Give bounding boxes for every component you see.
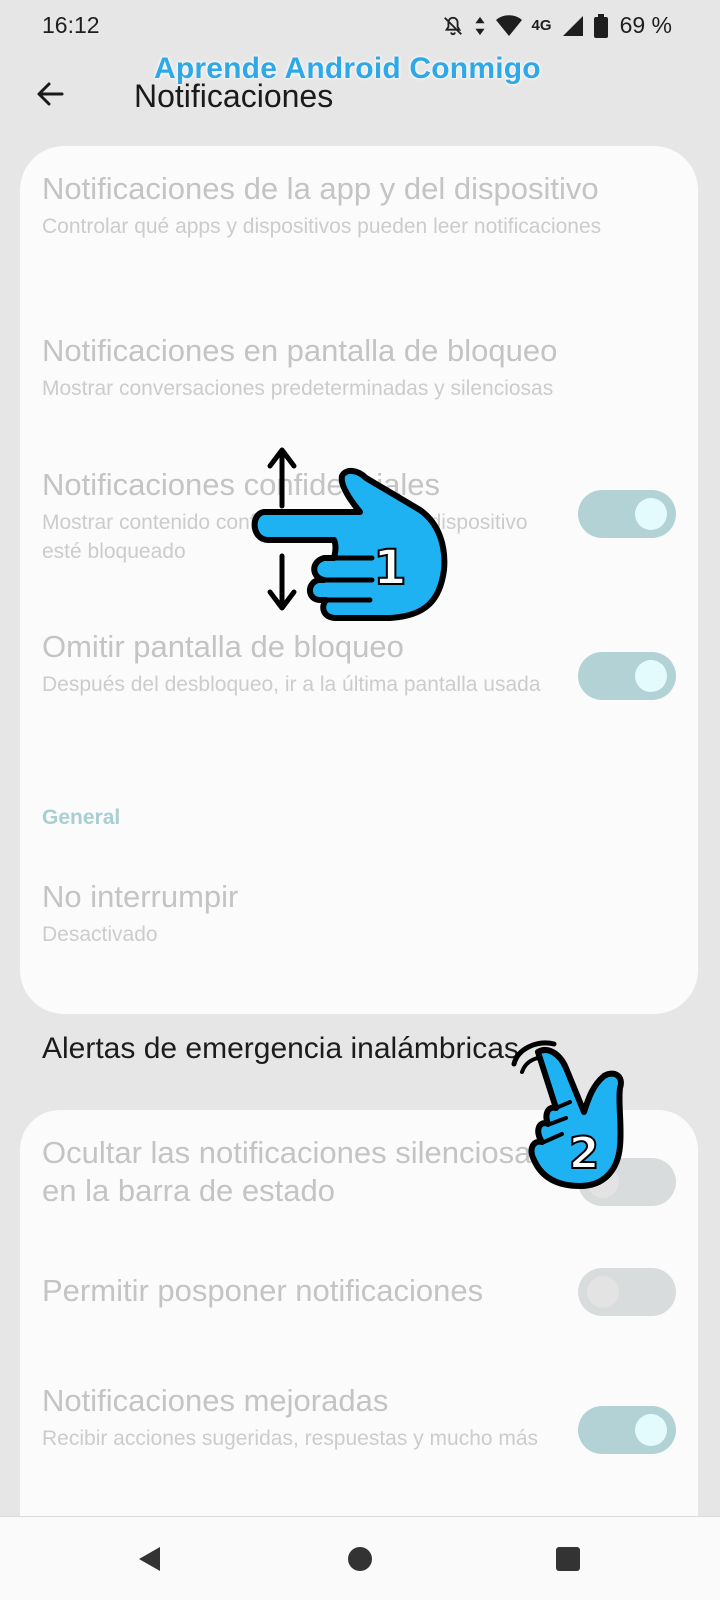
arrow-left-icon xyxy=(37,82,64,106)
back-button[interactable] xyxy=(28,72,72,116)
toggle-knob xyxy=(635,1414,667,1446)
item-title: Notificaciones mejoradas xyxy=(42,1383,389,1418)
tap-gesture-annotation: 2 xyxy=(508,1030,643,1205)
triangle-back-icon xyxy=(139,1547,160,1571)
list-item-app-device-notifications[interactable]: Notificaciones de la app y del dispositi… xyxy=(42,170,676,241)
circle-home-icon xyxy=(348,1547,372,1571)
list-item-skip-lockscreen[interactable]: Omitir pantalla de bloqueo Después del d… xyxy=(42,628,676,700)
status-icons: 4G 69 % xyxy=(442,12,672,39)
list-item-allow-snooze[interactable]: Permitir posponer notificaciones xyxy=(42,1268,676,1316)
toggle-knob xyxy=(635,498,667,530)
nav-recents-button[interactable] xyxy=(548,1539,588,1579)
step-number: 1 xyxy=(373,540,406,596)
sensitive-notifications-toggle[interactable] xyxy=(578,490,676,538)
allow-snooze-toggle[interactable] xyxy=(578,1268,676,1316)
list-item-enhanced-notifications[interactable]: Notificaciones mejoradas Recibir accione… xyxy=(42,1382,676,1454)
hand-tap-icon: 2 xyxy=(511,1040,624,1189)
item-summary: Recibir acciones sugeridas, respuestas y… xyxy=(42,1427,539,1450)
square-recents-icon xyxy=(556,1547,580,1571)
item-title: No interrumpir xyxy=(42,879,239,914)
status-bar: 16:12 4G 69 % xyxy=(0,0,720,50)
item-summary: Controlar qué apps y dispositivos pueden… xyxy=(42,215,602,238)
battery-level: 69 % xyxy=(619,12,672,38)
step-number: 2 xyxy=(569,1128,600,1179)
app-bar: Notificaciones Aprende Android Conmigo xyxy=(0,50,720,145)
skip-lockscreen-toggle[interactable] xyxy=(578,652,676,700)
list-item-lockscreen-notifications[interactable]: Notificaciones en pantalla de bloqueo Mo… xyxy=(42,332,676,403)
watermark-text: Aprende Android Conmigo xyxy=(154,52,541,85)
wifi-icon xyxy=(495,14,522,37)
item-summary: Después del desbloqueo, ir a la última p… xyxy=(42,673,541,696)
enhanced-notifications-toggle[interactable] xyxy=(578,1406,676,1454)
system-nav-bar xyxy=(0,1516,720,1600)
notifications-off-icon xyxy=(442,15,464,37)
item-title: Permitir posponer notificaciones xyxy=(42,1273,484,1308)
section-header-general: General xyxy=(42,806,121,829)
toggle-knob xyxy=(635,660,667,692)
nav-home-button[interactable] xyxy=(340,1539,380,1579)
battery-icon xyxy=(593,13,608,38)
status-time: 16:12 xyxy=(42,12,100,38)
list-item-do-not-disturb[interactable]: No interrumpir Desactivado xyxy=(42,878,676,949)
data-transfer-icon xyxy=(474,15,486,37)
network-type-label: 4G xyxy=(531,17,552,34)
item-title: Ocultar las notificaciones silenciosas e… xyxy=(42,1135,547,1208)
item-summary: Desactivado xyxy=(42,923,158,946)
signal-icon xyxy=(562,15,584,37)
item-summary: Mostrar conversaciones predeterminadas y… xyxy=(42,377,554,400)
item-title: Notificaciones de la app y del dispositi… xyxy=(42,171,599,206)
item-title: Notificaciones en pantalla de bloqueo xyxy=(42,333,558,368)
hand-scroll-icon: 1 xyxy=(251,447,448,621)
toggle-knob xyxy=(587,1276,619,1308)
nav-back-button[interactable] xyxy=(130,1539,170,1579)
list-item-wireless-emergency-alerts[interactable]: Alertas de emergencia inalámbricas xyxy=(42,1032,519,1066)
scroll-gesture-annotation: 1 xyxy=(240,440,460,635)
